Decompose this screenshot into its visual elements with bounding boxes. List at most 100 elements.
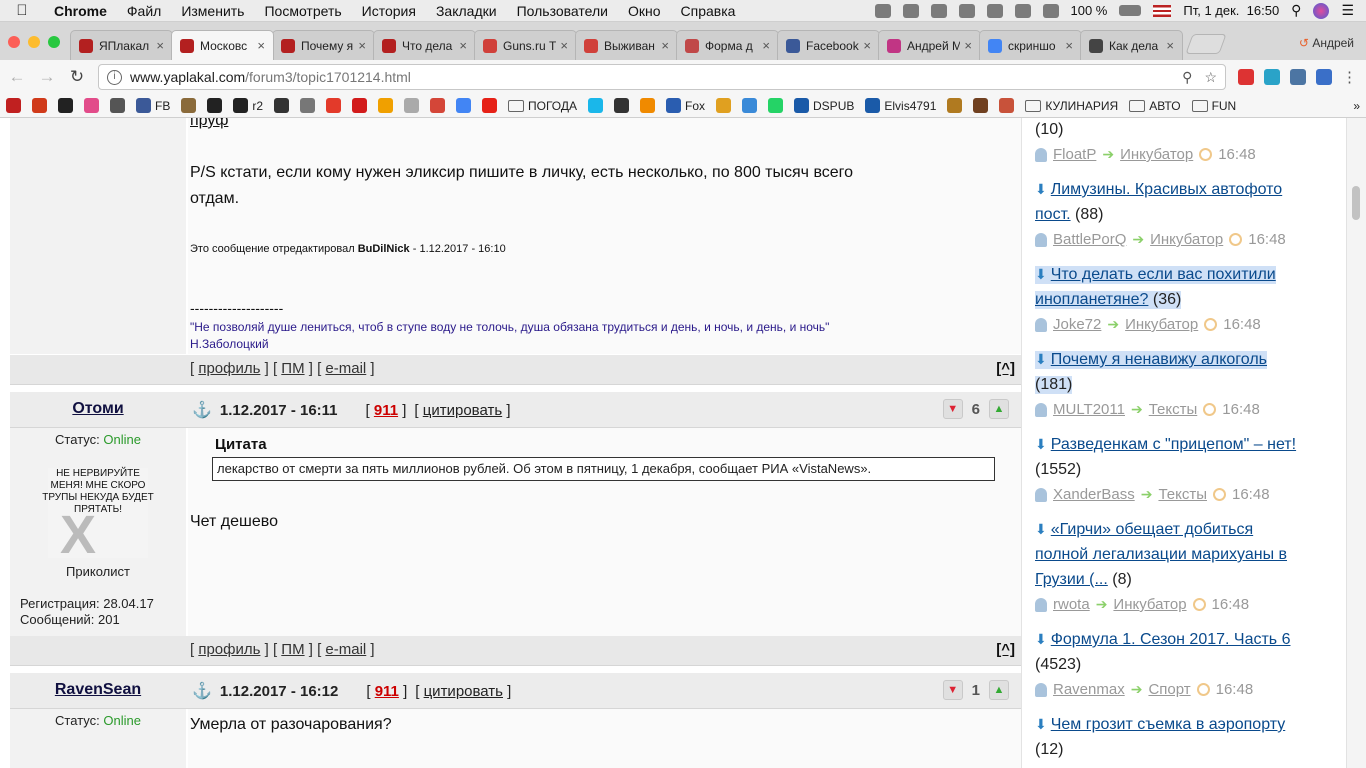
zoom-window-button[interactable] (48, 36, 60, 48)
menu-bookmarks[interactable]: Закладки (426, 3, 507, 19)
bookmark-folder[interactable]: FUN (1191, 99, 1236, 113)
menu-window[interactable]: Окно (618, 3, 671, 19)
bookmark-star-icon[interactable]: ☆ (1204, 69, 1217, 86)
menu-help[interactable]: Справка (671, 3, 746, 19)
menu-file[interactable]: Файл (117, 3, 171, 19)
bookmark-item[interactable] (378, 98, 394, 113)
bookmark-item[interactable] (588, 98, 603, 113)
topic-link[interactable]: полной легализации марихуаны в (1035, 546, 1287, 563)
tab-close-icon[interactable]: × (1166, 38, 1174, 53)
topic-link[interactable]: Что делать если вас похитили (1051, 266, 1276, 283)
profile-link[interactable]: профиль (198, 641, 260, 658)
topic-category[interactable]: Инкубатор (1125, 316, 1198, 333)
topic-link[interactable]: Лимузины. Красивых автофото (1051, 181, 1282, 198)
browser-tab[interactable]: скриншо × (979, 30, 1082, 60)
vk-extension-icon[interactable] (1290, 69, 1306, 85)
menu-edit[interactable]: Изменить (171, 3, 254, 19)
back-to-top-link[interactable]: [^] (996, 360, 1015, 377)
new-tab-button[interactable] (1185, 34, 1227, 54)
forward-button[interactable]: → (38, 67, 56, 87)
menubar-clock[interactable]: Пт, 1 дек. 16:50 (1183, 3, 1279, 18)
tab-close-icon[interactable]: × (964, 38, 972, 53)
notification-center-icon[interactable]: ☰ (1341, 2, 1354, 19)
thumb-up-icon[interactable]: ▲ (989, 399, 1009, 419)
menu-app-name[interactable]: Chrome (44, 3, 117, 19)
bookmark-item[interactable] (640, 98, 655, 113)
browser-tab[interactable]: Facebook × (777, 30, 880, 60)
bookmark-item[interactable] (482, 98, 498, 113)
battery-percent[interactable]: 100 % (1071, 3, 1108, 18)
close-window-button[interactable] (8, 36, 20, 48)
bookmark-item[interactable] (742, 98, 758, 113)
bookmarks-overflow-icon[interactable]: » (1353, 99, 1360, 113)
bookmark-item[interactable] (110, 98, 125, 113)
bookmark-item[interactable]: FB (136, 98, 170, 113)
email-link[interactable]: e-mail (325, 641, 366, 658)
bookmark-item[interactable] (352, 98, 368, 113)
browser-tab[interactable]: Как дела × (1080, 30, 1183, 60)
bookmark-item[interactable] (716, 98, 732, 113)
tab-close-icon[interactable]: × (1065, 38, 1073, 53)
edited-user[interactable]: BuDilNick (358, 243, 410, 255)
tab-close-icon[interactable]: × (661, 38, 669, 53)
topic-author[interactable]: Joke72 (1053, 316, 1101, 333)
post-author[interactable]: Отоми (10, 400, 186, 418)
siri-icon[interactable] (1313, 2, 1330, 19)
bookmark-item[interactable] (999, 98, 1015, 113)
thumb-down-icon[interactable]: ▼ (942, 680, 963, 700)
topic-author[interactable]: rwota (1053, 596, 1090, 613)
profile-button[interactable]: ↺ Андрей (1299, 36, 1366, 60)
adblock-extension-icon[interactable] (1238, 69, 1254, 85)
quote-link[interactable]: цитировать (424, 683, 503, 700)
tab-close-icon[interactable]: × (156, 38, 164, 53)
flag-icon[interactable] (1153, 4, 1172, 17)
bookmark-folder[interactable]: АВТО (1129, 99, 1181, 113)
bookmark-item[interactable] (973, 98, 989, 113)
quote-link[interactable]: цитировать (423, 402, 502, 419)
bookmark-item[interactable] (456, 98, 472, 113)
bookmark-item[interactable]: Elvis4791 (865, 98, 936, 113)
tab-close-icon[interactable]: × (863, 38, 871, 53)
browser-tab[interactable]: Guns.ru Т × (474, 30, 577, 60)
battery-icon[interactable] (1119, 5, 1142, 16)
topic-link[interactable]: Грузии (... (1035, 571, 1108, 588)
tab-close-icon[interactable]: × (560, 38, 568, 53)
avatar[interactable]: X НЕ НЕРВИРУЙТЕ МЕНЯ! МНЕ СКОРО ТРУПЫ НЕ… (42, 468, 154, 562)
topic-author[interactable]: MULT2011 (1053, 401, 1125, 418)
minimize-window-button[interactable] (28, 36, 40, 48)
browser-tab[interactable]: Почему я × (272, 30, 375, 60)
bookmark-item[interactable] (84, 98, 99, 113)
time-machine-icon[interactable] (930, 3, 947, 18)
bookmark-item[interactable] (430, 98, 446, 113)
topic-link[interactable]: Почему я ненавижу алкоголь (1051, 351, 1267, 368)
triangle-extension-icon[interactable] (1264, 69, 1280, 85)
tab-close-icon[interactable]: × (762, 38, 770, 53)
bookmark-folder[interactable]: ПОГОДА (508, 99, 577, 113)
topic-category[interactable]: Инкубатор (1120, 146, 1193, 163)
topic-link[interactable]: инопланетяне? (1035, 291, 1148, 308)
scrollbar-thumb[interactable] (1352, 186, 1360, 220)
airplay-icon[interactable] (902, 3, 919, 18)
browser-tab[interactable]: Форма д × (676, 30, 779, 60)
bookmark-item[interactable] (274, 98, 290, 113)
wifi-icon[interactable] (986, 3, 1003, 18)
topic-category[interactable]: Тексты (1149, 401, 1198, 418)
tab-close-icon[interactable]: × (257, 38, 265, 53)
topic-author[interactable]: Ravenmax (1053, 681, 1125, 698)
bookmark-item[interactable] (768, 98, 784, 113)
bookmark-item[interactable] (300, 98, 316, 113)
address-bar[interactable]: i www.yaplakal.com/forum3/topic1701214.h… (98, 64, 1226, 90)
email-link[interactable]: e-mail (325, 360, 366, 377)
sync-icon[interactable] (874, 3, 891, 18)
chrome-menu-icon[interactable]: ⋮ (1342, 68, 1357, 86)
menu-history[interactable]: История (352, 3, 426, 19)
pm-link[interactable]: ПМ (281, 360, 304, 377)
browser-tab[interactable]: ЯПлакал × (70, 30, 173, 60)
anchor-icon[interactable]: ⚓ (192, 400, 212, 420)
topic-link[interactable]: Формула 1. Сезон 2017. Часть 6 (1051, 631, 1291, 648)
bluetooth-icon[interactable] (958, 3, 975, 18)
bookmark-folder[interactable]: КУЛИНАРИЯ (1025, 99, 1118, 113)
topic-link[interactable]: Разведенкам с "прицепом" – нет! (1051, 436, 1296, 453)
bookmark-item[interactable] (404, 98, 420, 113)
bookmark-item[interactable] (326, 98, 342, 113)
